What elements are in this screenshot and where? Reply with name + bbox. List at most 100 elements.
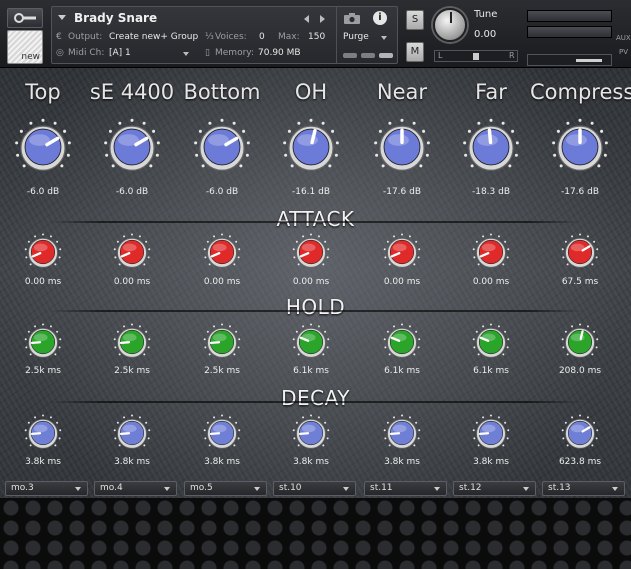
attack-knob-wrap[interactable] bbox=[292, 233, 330, 271]
attack-knob[interactable] bbox=[24, 233, 62, 271]
level-knob-wrap[interactable] bbox=[103, 118, 161, 176]
output-routing-select[interactable]: mo.4 bbox=[94, 481, 177, 496]
midi-channel-value[interactable]: [A] 1 bbox=[109, 48, 131, 58]
attack-knob[interactable] bbox=[113, 233, 151, 271]
midi-dropdown-icon[interactable] bbox=[183, 52, 189, 56]
level-knob[interactable] bbox=[282, 118, 340, 176]
tools-button[interactable] bbox=[7, 8, 43, 28]
max-value[interactable]: 150 bbox=[308, 32, 325, 42]
level-knob[interactable] bbox=[551, 118, 609, 176]
prev-instrument-icon[interactable] bbox=[304, 15, 309, 23]
hold-knob[interactable] bbox=[472, 323, 510, 361]
decay-knob-wrap[interactable] bbox=[292, 414, 330, 452]
attack-knob[interactable] bbox=[472, 233, 510, 271]
knob-tick bbox=[53, 121, 57, 125]
attack-value: 0.00 ms bbox=[203, 277, 241, 287]
pan-slider[interactable]: L R bbox=[434, 50, 518, 62]
output-routing-select[interactable]: st.12 bbox=[453, 481, 536, 496]
decay-knob[interactable] bbox=[24, 414, 62, 452]
level-knob[interactable] bbox=[103, 118, 161, 176]
level-knob-wrap[interactable] bbox=[551, 118, 609, 176]
aux-label[interactable]: AUX bbox=[616, 34, 631, 42]
decay-knob-wrap[interactable] bbox=[383, 414, 421, 452]
camera-icon[interactable] bbox=[343, 12, 361, 25]
hold-knob-wrap[interactable] bbox=[561, 323, 599, 361]
chevron-down-icon[interactable] bbox=[434, 487, 440, 491]
level-knob-wrap[interactable] bbox=[373, 118, 431, 176]
hold-knob[interactable] bbox=[292, 323, 330, 361]
volume-slider[interactable] bbox=[527, 54, 612, 66]
hold-knob[interactable] bbox=[113, 323, 151, 361]
tune-knob-pointer bbox=[450, 12, 452, 23]
hold-knob-wrap[interactable] bbox=[24, 323, 62, 361]
new-button[interactable]: new bbox=[7, 30, 43, 64]
hold-knob[interactable] bbox=[24, 323, 62, 361]
attack-knob[interactable] bbox=[383, 233, 421, 271]
level-knob[interactable] bbox=[193, 118, 251, 176]
chevron-down-icon[interactable] bbox=[523, 487, 529, 491]
level-knob[interactable] bbox=[462, 118, 520, 176]
knob-tick bbox=[556, 129, 560, 133]
hold-knob-wrap[interactable] bbox=[383, 323, 421, 361]
chevron-down-icon[interactable] bbox=[612, 487, 618, 491]
decay-knob-wrap[interactable] bbox=[24, 414, 62, 452]
attack-knob[interactable] bbox=[292, 233, 330, 271]
decay-knob[interactable] bbox=[472, 414, 510, 452]
decay-knob[interactable] bbox=[292, 414, 330, 452]
decay-knob-wrap[interactable] bbox=[561, 414, 599, 452]
hold-knob-wrap[interactable] bbox=[472, 323, 510, 361]
output-value[interactable]: Create new+ Group bbox=[109, 32, 198, 42]
mute-button[interactable]: M bbox=[406, 42, 424, 62]
decay-knob[interactable] bbox=[203, 414, 241, 452]
pan-handle[interactable] bbox=[473, 53, 479, 60]
purge-dropdown-icon[interactable] bbox=[381, 36, 387, 40]
info-icon[interactable]: i bbox=[373, 11, 387, 25]
chevron-down-icon[interactable] bbox=[75, 487, 81, 491]
hold-knob[interactable] bbox=[203, 323, 241, 361]
output-routing-select[interactable]: st.13 bbox=[542, 481, 625, 496]
decay-knob-wrap[interactable] bbox=[203, 414, 241, 452]
output-routing-select[interactable]: st.10 bbox=[273, 481, 356, 496]
level-knob[interactable] bbox=[373, 118, 431, 176]
chevron-down-icon[interactable] bbox=[164, 487, 170, 491]
volume-handle[interactable] bbox=[576, 59, 602, 62]
hold-knob[interactable] bbox=[561, 323, 599, 361]
attack-knob[interactable] bbox=[561, 233, 599, 271]
level-knob-wrap[interactable] bbox=[282, 118, 340, 176]
output-routing-select[interactable]: st.11 bbox=[364, 481, 447, 496]
level-knob-wrap[interactable] bbox=[193, 118, 251, 176]
output-routing-select[interactable]: mo.5 bbox=[184, 481, 267, 496]
hold-knob-wrap[interactable] bbox=[113, 323, 151, 361]
level-knob-wrap[interactable] bbox=[14, 118, 72, 176]
wrench-icon bbox=[14, 13, 36, 23]
attack-knob-wrap[interactable] bbox=[472, 233, 510, 271]
decay-knob-wrap[interactable] bbox=[472, 414, 510, 452]
level-knob[interactable] bbox=[14, 118, 72, 176]
tune-knob[interactable] bbox=[433, 8, 467, 42]
attack-knob-wrap[interactable] bbox=[383, 233, 421, 271]
hold-knob-wrap[interactable] bbox=[203, 323, 241, 361]
attack-knob-wrap[interactable] bbox=[24, 233, 62, 271]
chevron-down-icon[interactable] bbox=[254, 487, 260, 491]
level-knob-wrap[interactable] bbox=[462, 118, 520, 176]
attack-knob[interactable] bbox=[203, 233, 241, 271]
purge-menu[interactable]: Purge bbox=[343, 32, 369, 42]
attack-knob-wrap[interactable] bbox=[561, 233, 599, 271]
hold-knob-wrap[interactable] bbox=[292, 323, 330, 361]
decay-knob[interactable] bbox=[113, 414, 151, 452]
decay-knob[interactable] bbox=[383, 414, 421, 452]
collapse-arrow-icon[interactable] bbox=[58, 15, 66, 20]
attack-knob-wrap[interactable] bbox=[113, 233, 151, 271]
decay-knob-wrap[interactable] bbox=[113, 414, 151, 452]
solo-button[interactable]: S bbox=[406, 10, 424, 30]
instrument-name[interactable]: Brady Snare bbox=[74, 11, 157, 25]
knob-tick bbox=[561, 338, 564, 341]
decay-knob[interactable] bbox=[561, 414, 599, 452]
attack-knob-wrap[interactable] bbox=[203, 233, 241, 271]
output-routing-select[interactable]: mo.3 bbox=[5, 481, 88, 496]
pv-label[interactable]: PV bbox=[619, 48, 628, 56]
chevron-down-icon[interactable] bbox=[343, 487, 349, 491]
attack-value: 0.00 ms bbox=[383, 277, 421, 287]
next-instrument-icon[interactable] bbox=[320, 15, 325, 23]
hold-knob[interactable] bbox=[383, 323, 421, 361]
